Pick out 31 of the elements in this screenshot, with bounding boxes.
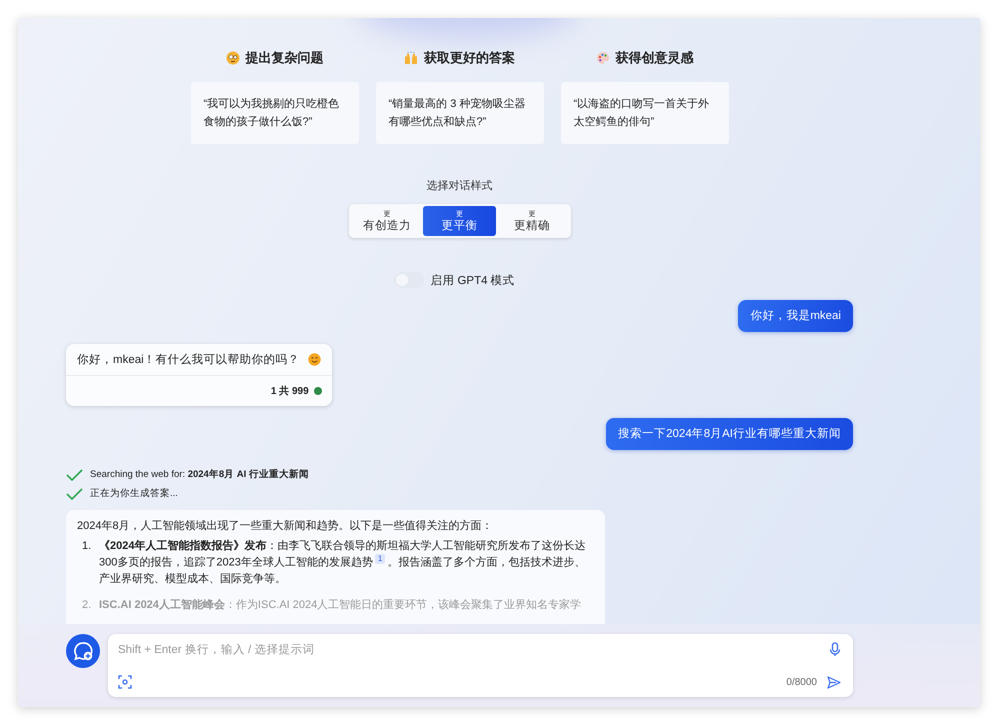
send-icon[interactable]	[827, 676, 841, 688]
search-step-text: Searching the web for: 2024年8月 AI 行业重大新闻	[90, 468, 309, 481]
suggestion-heading: 获取更好的答案	[424, 49, 515, 67]
thinking-face-icon	[226, 51, 240, 65]
list-number: 2.	[82, 598, 92, 613]
character-counter: 0/8000	[786, 676, 817, 688]
suggestion-heading: 提出复杂问题	[246, 49, 324, 67]
smiley-icon	[308, 353, 321, 366]
message-counter: 1 共 999	[270, 384, 309, 398]
suggestion-card[interactable]: “销量最高的 3 种宠物吸尘器有哪些优点和缺点?”	[376, 82, 544, 144]
style-picker-label: 选择对话样式	[426, 179, 494, 193]
status-dot-icon	[314, 387, 322, 395]
answer-list-item: ISC.AI 2024人工智能峰会：作为ISC.AI 2024人工智能日的重要环节，该峰会聚集了业界知名专家学	[99, 598, 582, 613]
suggestion-card[interactable]: “以海盗的口吻写一首关于外太空鳄鱼的俳句”	[560, 82, 728, 144]
user-message: 你好，我是mkeai	[738, 300, 853, 332]
list-number: 1.	[82, 539, 92, 554]
screenshot-icon[interactable]	[118, 675, 132, 689]
citation-link[interactable]: 1	[374, 554, 386, 564]
chat-plus-icon[interactable]	[72, 640, 94, 662]
palette-icon	[596, 51, 610, 65]
answer-text: 2024年8月，人工智能领域出现了一些重大新闻和趋势。以下是一些值得关注的方面：	[77, 518, 494, 534]
toggle-label: 启用 GPT4 模式	[430, 274, 515, 288]
bot-message: 你好，mkeai！有什么我可以帮助你的吗？	[77, 352, 300, 367]
user-message: 搜索一下2024年8月AI行业有哪些重大新闻	[606, 418, 853, 450]
microphone-icon[interactable]	[829, 642, 841, 657]
search-step-text: 正在为你生成答案...	[90, 487, 178, 500]
raised-hands-icon	[404, 51, 418, 65]
answer-list-item: 《2024年人工智能指数报告》发布：由李飞飞联合领导的斯坦福大学人工智能研究所发布了这份长达300多页的报告，追踪了2023年全球人工智能的发展趋势 $^{1}$ 。报告涵盖了多个方面，包括技术进步、产业界研究、模型成本、国际竞争等。	[99, 538, 586, 587]
suggestion-card[interactable]: “我可以为我挑剔的只吃橙色食物的孩子做什么饭?”	[190, 82, 358, 144]
new-chat-button[interactable]	[66, 634, 100, 668]
suggestion-heading: 获得创意灵感	[616, 49, 694, 67]
